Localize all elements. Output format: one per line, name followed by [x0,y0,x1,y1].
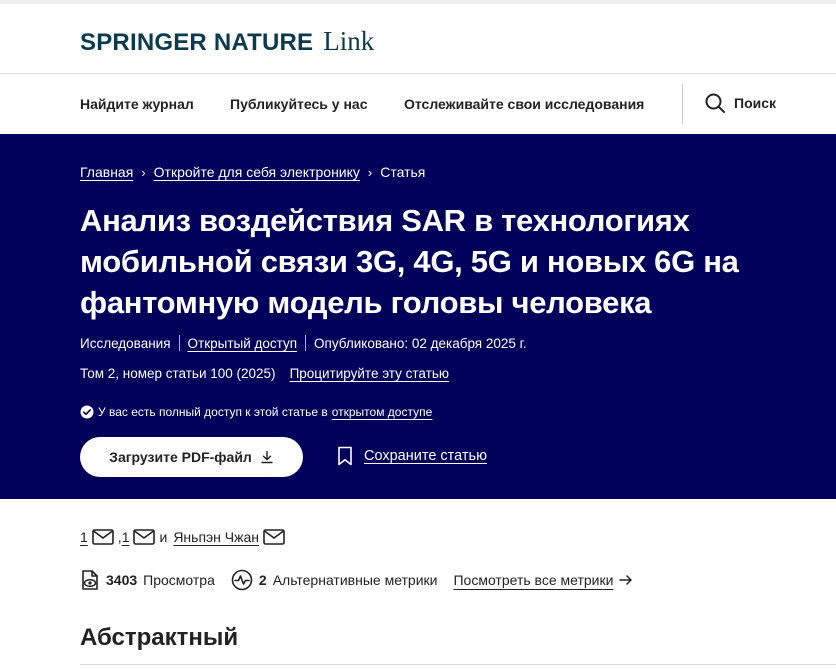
search-icon [705,93,725,113]
open-access-note-link[interactable]: открытом доступе [332,405,433,419]
cite-article-link[interactable]: Процитируйте эту статью [290,366,449,381]
bookmark-icon [338,446,352,466]
section-divider [80,664,836,665]
search-button[interactable]: Поиск [704,92,776,114]
breadcrumb-home[interactable]: Главная [80,164,133,180]
author-affiliation-link[interactable]: 1 [80,529,88,545]
logo-brand-text: SPRINGER NATURE [80,29,314,56]
nav-track-research[interactable]: Отслеживайте свои исследования [404,96,644,112]
volume-info: Том 2, номер статьи 100 (2025) [80,366,276,381]
site-header: SPRINGER NATURE Link [0,0,836,74]
save-article-label: Сохраните статью [364,448,487,464]
access-note: У вас есть полный доступ к этой статье в… [80,405,432,419]
article-volume-row: Том 2, номер статьи 100 (2025) Процитиру… [80,366,449,381]
nav-find-journal[interactable]: Найдите журнал [80,96,194,112]
meta-divider [305,335,307,351]
article-metrics: 3403 Просмотра 2 Альтернативные метрики … [80,569,633,591]
nav-divider [682,84,683,124]
views-count: 3403 [106,572,138,588]
springer-nature-link-logo[interactable]: SPRINGER NATURE Link [80,26,374,57]
logo-link-text: Link [323,26,375,56]
article-hero: Главная › Откройте для себя электронику … [0,134,836,499]
author-conjunction: и [159,529,168,545]
views-document-icon [82,570,98,590]
altmetric-label: Альтернативные метрики [272,572,438,588]
author-affiliation-link[interactable]: 1 [122,529,130,545]
main-navigation: Найдите журнал Публикуйтесь у нас Отслеж… [0,74,836,134]
arrow-right-icon[interactable] [619,574,633,586]
breadcrumb-current: Статья [380,164,426,180]
save-article-button[interactable]: Сохраните статью [336,446,487,466]
access-note-text: У вас есть полный доступ к этой статье в [98,405,328,419]
breadcrumb: Главная › Откройте для себя электронику … [80,164,425,180]
mail-icon[interactable] [91,529,114,545]
check-circle-icon [80,405,94,419]
download-icon [261,450,273,464]
search-label: Поиск [734,95,777,111]
breadcrumb-section[interactable]: Откройте для себя электронику [154,164,360,180]
article-title: Анализ воздействия SAR в технологиях моб… [80,203,739,320]
download-pdf-button[interactable]: Загрузите PDF-файл [80,437,303,477]
article-type: Исследования [80,335,171,351]
published-date: Опубликовано: 02 декабря 2025 г. [314,335,527,351]
author-name-link[interactable]: Яньпэн Чжан [173,529,259,545]
views-label: Просмотра [143,572,215,588]
chevron-right-icon: › [367,164,373,180]
meta-divider [178,335,180,351]
altmetric-icon [231,569,253,591]
chevron-right-icon: › [141,164,146,180]
nav-publish-with-us[interactable]: Публикуйтесь у нас [230,96,368,112]
mail-icon[interactable] [133,529,156,545]
open-access-link[interactable]: Открытый доступ [188,336,298,351]
abstract-heading: Абстрактный [80,624,239,651]
article-meta: Исследования Открытый доступ Опубликован… [80,335,527,351]
download-pdf-label: Загрузите PDF-файл [109,449,252,465]
view-all-metrics-link[interactable]: Посмотреть все метрики [453,572,613,588]
altmetric-count: 2 [258,572,267,588]
author-list: 1 , 1 и Яньпэн Чжан [80,529,289,545]
mail-icon[interactable] [263,529,285,545]
